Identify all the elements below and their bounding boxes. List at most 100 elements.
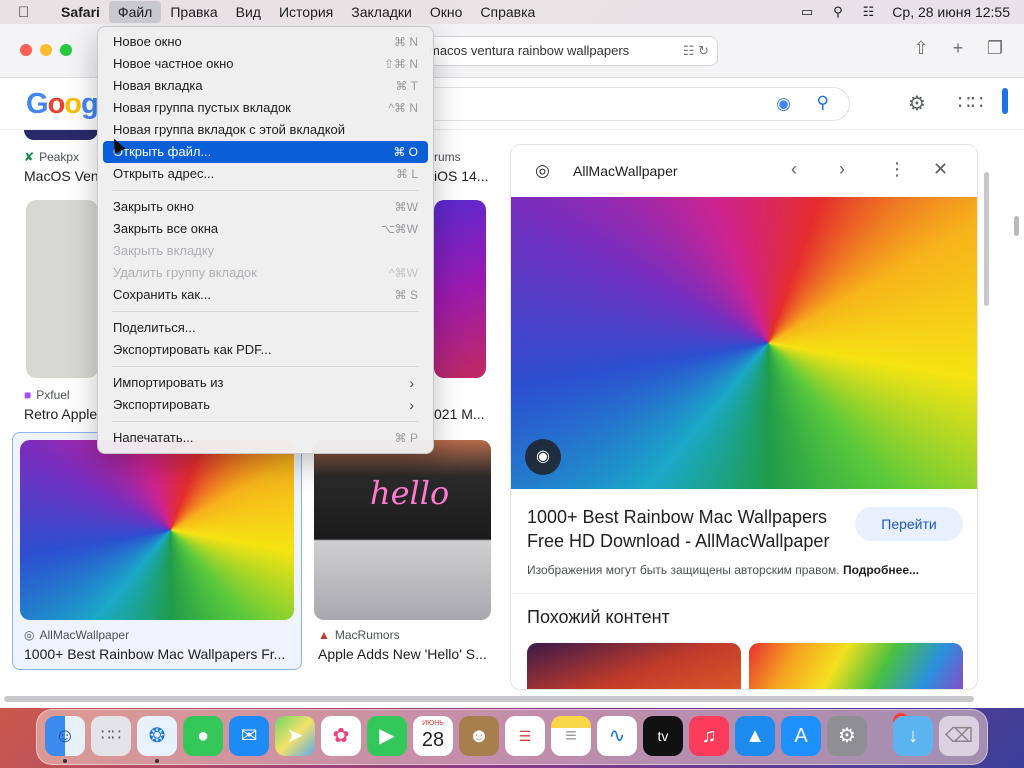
menu-item-share[interactable]: Поделиться...	[103, 317, 428, 339]
page-scrollbar[interactable]	[1014, 216, 1019, 236]
safari-icon[interactable]: ❂	[137, 716, 177, 756]
photos-icon[interactable]: ✿	[321, 716, 361, 756]
menu-item-new-window[interactable]: Новое окно ⌘ N	[103, 31, 428, 53]
panel-preview-image[interactable]: ◉	[511, 197, 977, 489]
keynote-icon[interactable]: ▲	[735, 716, 775, 756]
window-controls	[20, 44, 72, 56]
facetime-icon[interactable]: ▶	[367, 716, 407, 756]
close-window-button[interactable]	[20, 44, 32, 56]
contacts-icon[interactable]: ☻	[459, 716, 499, 756]
menu-window[interactable]: Окно	[421, 1, 472, 23]
running-indicator	[155, 759, 159, 763]
menu-help[interactable]: Справка	[471, 1, 544, 23]
similar-thumb[interactable]	[749, 643, 963, 689]
result-source: ■ Pxfuel	[24, 388, 70, 402]
apple-icon[interactable]: 	[18, 4, 36, 21]
menu-item-close-window[interactable]: Закрыть окно ⌘W	[103, 196, 428, 218]
menu-history[interactable]: История	[270, 1, 342, 23]
similar-thumb[interactable]	[527, 643, 741, 689]
menu-item-new-tab-group-with-tab[interactable]: Новая группа вкладок с этой вкладкой	[103, 119, 428, 141]
previous-icon[interactable]: ‹	[791, 159, 797, 180]
menu-separator	[112, 421, 419, 422]
menu-item-new-private-window[interactable]: Новое частное окно ⇧⌘ N	[103, 53, 428, 75]
close-icon[interactable]: ✕	[933, 159, 948, 180]
translate-reload-icon[interactable]: ☷ ↻	[683, 37, 709, 65]
menu-item-open-location[interactable]: Открыть адрес... ⌘ L	[103, 163, 428, 185]
mail-icon[interactable]: ✉	[229, 716, 269, 756]
menu-item-close-tab: Закрыть вкладку	[113, 243, 215, 258]
menu-item-open-file[interactable]: Открыть файл... ⌘ O	[103, 141, 428, 163]
new-tab-icon[interactable]: +	[945, 38, 971, 59]
search-icon[interactable]: ⚲	[817, 93, 829, 113]
more-options-icon[interactable]: ⋮	[888, 159, 906, 180]
menu-item-export-pdf[interactable]: Экспортировать как PDF...	[103, 339, 428, 361]
image-preview-panel: ◎ AllMacWallpaper ‹ › ⋮ ✕ ◉ 1000+ Best R…	[510, 144, 978, 690]
menu-item-export[interactable]: Экспортировать ›	[103, 394, 428, 416]
file-menu-dropdown: Новое окно ⌘ N Новое частное окно ⇧⌘ N Нов…	[97, 26, 434, 454]
result-title[interactable]: Apple Adds New 'Hello' S...	[318, 646, 494, 662]
address-text: macos ventura rainbow wallpapers	[429, 43, 630, 58]
reminders-icon[interactable]: ☰	[505, 716, 545, 756]
freeform-icon[interactable]: ∿	[597, 716, 637, 756]
result-image[interactable]	[434, 200, 486, 378]
learn-more-link[interactable]: Подробнее...	[843, 563, 919, 577]
menu-item-new-tab[interactable]: Новая вкладка ⌘ T	[103, 75, 428, 97]
panel-site-name[interactable]: AllMacWallpaper	[573, 163, 678, 179]
menu-item-import-from[interactable]: Импортировать из ›	[103, 372, 428, 394]
result-image[interactable]	[26, 200, 98, 378]
panel-scrollbar[interactable]	[984, 172, 989, 306]
trash-icon[interactable]: ⌫	[939, 716, 979, 756]
menu-app-safari[interactable]: Safari	[52, 1, 109, 23]
calendar-icon[interactable]: ИЮНЬ 28	[413, 716, 453, 756]
tab-overview-icon[interactable]: ❐	[982, 38, 1008, 59]
google-search-box[interactable]: ◉ ⚲	[420, 87, 850, 121]
downloads-folder-icon[interactable]: ↓	[893, 716, 933, 756]
messages-icon[interactable]: ●	[183, 716, 223, 756]
launchpad-icon[interactable]: ∷∷	[91, 716, 131, 756]
sign-in-button[interactable]	[1002, 88, 1008, 114]
maps-icon[interactable]: ➤	[275, 716, 315, 756]
minimize-window-button[interactable]	[40, 44, 52, 56]
result-title[interactable]: iOS 14...	[434, 168, 494, 184]
result-image-rainbow[interactable]	[20, 440, 294, 620]
settings-gear-icon[interactable]: ⚙	[908, 91, 926, 116]
share-icon[interactable]: ⇧	[908, 38, 934, 59]
menu-file[interactable]: Файл	[108, 1, 162, 23]
system-settings-icon[interactable]: ⚙	[827, 716, 867, 756]
panel-title[interactable]: 1000+ Best Rainbow Mac Wallpapers Free H…	[527, 505, 837, 553]
screen-mirroring-icon[interactable]: ▭	[791, 4, 823, 20]
notes-icon[interactable]: ≡	[551, 716, 591, 756]
google-apps-icon[interactable]: ∷∷	[958, 90, 983, 115]
result-title[interactable]: MacOS Ven	[24, 168, 98, 184]
menu-item-print[interactable]: Напечатать... ⌘ P	[103, 427, 428, 449]
menu-bookmarks[interactable]: Закладки	[342, 1, 421, 23]
result-image-hello[interactable]: hello	[314, 440, 491, 620]
horizontal-scrollbar[interactable]	[4, 696, 974, 702]
apple-tv-icon[interactable]: tv	[643, 716, 683, 756]
app-store-icon[interactable]: A	[781, 716, 821, 756]
result-title[interactable]: 1000+ Best Rainbow Mac Wallpapers Fr...	[24, 646, 294, 662]
menu-item-new-empty-tab-group[interactable]: Новая группа пустых вкладок ^⌘ N	[103, 97, 428, 119]
panel-divider	[511, 593, 977, 594]
result-title[interactable]: Retro Apple	[24, 406, 98, 422]
visit-button[interactable]: Перейти	[855, 507, 963, 541]
control-center-icon[interactable]: ☷	[853, 4, 885, 20]
menu-clock[interactable]: Ср, 28 июня 12:55	[884, 4, 1024, 20]
result-title[interactable]: 021 M...	[434, 406, 494, 422]
pxfuel-icon: ■	[24, 388, 32, 402]
menu-edit[interactable]: Правка	[161, 1, 226, 23]
google-logo[interactable]: Goog	[26, 88, 99, 121]
menu-separator	[112, 366, 419, 367]
result-image[interactable]	[24, 130, 98, 140]
spotlight-search-icon[interactable]: ⚲	[823, 4, 853, 20]
next-icon[interactable]: ›	[839, 159, 845, 180]
menu-item-close-all-windows[interactable]: Закрыть все окна ⌥⌘W	[103, 218, 428, 240]
menu-view[interactable]: Вид	[227, 1, 270, 23]
lens-search-icon[interactable]: ◉	[525, 439, 561, 475]
address-bar[interactable]: macos ventura rainbow wallpapers ☷ ↻	[408, 36, 718, 66]
finder-icon[interactable]: ☺	[45, 716, 85, 756]
music-icon[interactable]: ♫	[689, 716, 729, 756]
menu-item-save-as[interactable]: Сохранить как... ⌘ S	[103, 284, 428, 306]
zoom-window-button[interactable]	[60, 44, 72, 56]
google-lens-icon[interactable]: ◉	[776, 94, 791, 114]
